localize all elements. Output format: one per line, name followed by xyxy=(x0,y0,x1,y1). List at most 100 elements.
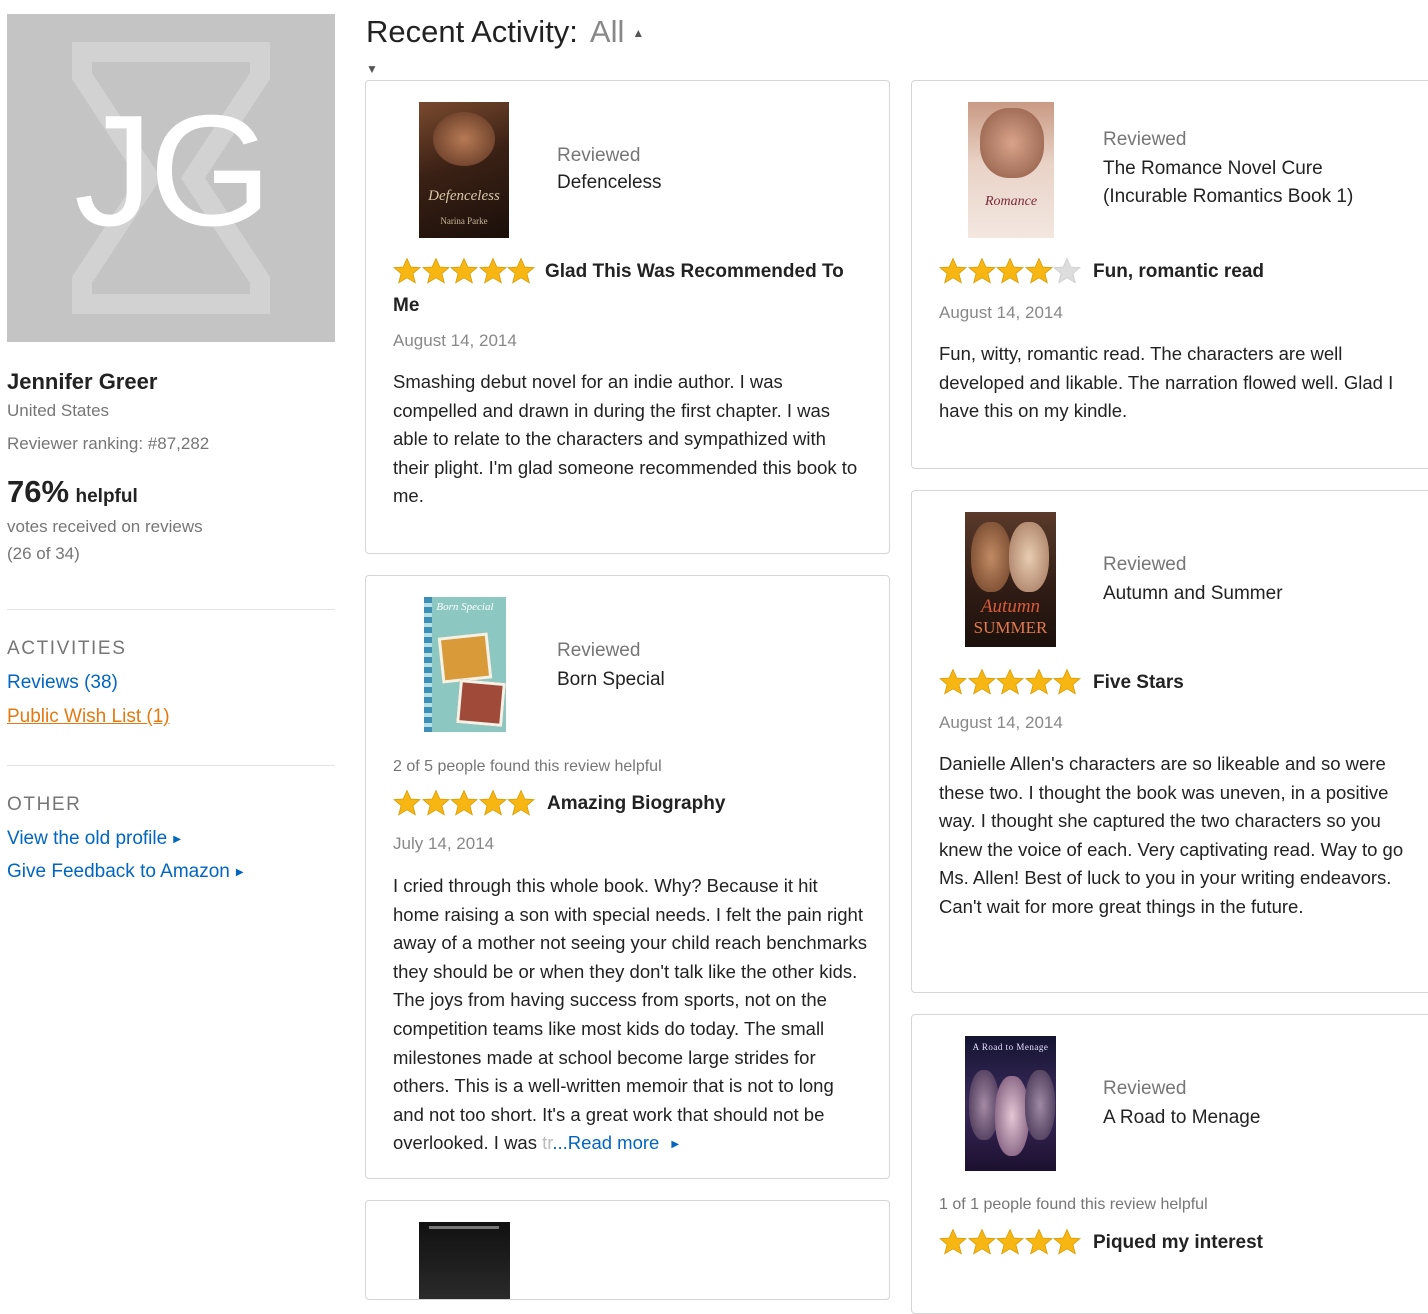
activities-heading: ACTIVITIES xyxy=(7,638,127,659)
give-feedback-link[interactable]: Give Feedback to Amazon ▶ xyxy=(7,861,244,883)
star-icon xyxy=(939,257,967,284)
book-title-link[interactable]: Autumn and Summer xyxy=(1103,580,1283,608)
reviewed-label: Reviewed xyxy=(557,640,641,661)
avatar-initials: JG xyxy=(74,83,272,259)
reviewer-ranking: Reviewer ranking: #87,282 xyxy=(7,434,210,453)
review-card: Autumn SUMMER Reviewed Autumn and Summer… xyxy=(911,490,1428,993)
cover-art-figure xyxy=(995,1076,1029,1156)
cover-title-2: SUMMER xyxy=(973,618,1048,637)
book-title-link[interactable]: A Road to Menage xyxy=(1103,1104,1260,1132)
caret-right-icon: ▶ xyxy=(671,1139,680,1151)
cover-border xyxy=(424,597,432,732)
cover-title: Born Special xyxy=(436,601,494,613)
profile-name: Jennifer Greer xyxy=(7,369,158,394)
helpful-label: helpful xyxy=(75,486,138,507)
star-icon xyxy=(1024,668,1053,695)
profile-location: United States xyxy=(7,401,110,420)
review-card xyxy=(365,1200,890,1300)
star-icon xyxy=(478,789,507,816)
reviewed-label: Reviewed xyxy=(557,145,641,166)
helpful-stat: 76% helpful xyxy=(7,474,138,510)
book-cover[interactable] xyxy=(419,1222,510,1299)
star-icon xyxy=(1053,668,1081,695)
caret-right-icon: ▶ xyxy=(173,834,181,845)
review-headline[interactable]: Five Stars xyxy=(1093,666,1184,700)
review-card: Born Special Reviewed Born Special 2 of … xyxy=(365,575,890,1179)
review-headline[interactable]: Fun, romantic read xyxy=(1093,255,1264,289)
review-date: August 14, 2014 xyxy=(393,331,517,350)
star-icon xyxy=(939,1228,967,1255)
book-cover-born-special[interactable]: Born Special xyxy=(424,597,506,732)
cover-title: Autumn xyxy=(980,596,1041,617)
star-icon xyxy=(1024,1228,1053,1255)
votes-count: (26 of 34) xyxy=(7,544,80,563)
truncated-fade: tr xyxy=(542,1132,553,1154)
review-date: August 14, 2014 xyxy=(939,303,1063,322)
star-icon xyxy=(1024,257,1053,284)
helpful-percent: 76% xyxy=(7,474,70,509)
book-cover-autumn-and-summer[interactable]: Autumn SUMMER xyxy=(965,512,1056,647)
recent-activity-header: Recent Activity: All ▲ ▼ xyxy=(366,14,644,86)
cover-title: A Road to Menage xyxy=(972,1042,1049,1052)
book-cover-romance-novel-cure[interactable]: Romance xyxy=(968,102,1054,238)
review-headline[interactable]: Piqued my interest xyxy=(1093,1226,1263,1260)
book-title-line2: (Incurable Romantics Book 1) xyxy=(1103,186,1354,207)
cover-art-figure xyxy=(1009,522,1049,592)
star-icon xyxy=(939,668,967,695)
star-icon xyxy=(421,257,450,284)
reviewed-label: Reviewed xyxy=(1103,1078,1187,1099)
book-cover-defenceless[interactable]: Defenceless Narina Parke xyxy=(419,102,509,238)
review-card: A Road to Menage Reviewed A Road to Mena… xyxy=(911,1014,1428,1314)
cover-art-figure xyxy=(971,522,1011,592)
star-icon xyxy=(507,789,535,816)
reviews-link[interactable]: Reviews (38) xyxy=(7,672,118,694)
view-old-profile-link[interactable]: View the old profile ▶ xyxy=(7,828,181,850)
read-more-link[interactable]: ...Read more ▶ xyxy=(552,1132,679,1153)
star-icon xyxy=(507,257,535,284)
public-wish-list-link[interactable]: Public Wish List (1) xyxy=(7,706,170,728)
review-body: Fun, witty, romantic read. The character… xyxy=(939,343,1394,422)
cover-art-figure xyxy=(980,108,1044,178)
review-card: Romance Reviewed The Romance Novel Cure … xyxy=(911,80,1428,469)
review-body-text: I cried through this whole book. Why? Be… xyxy=(393,875,868,1154)
read-more-label: ...Read more xyxy=(552,1132,660,1154)
helpful-votes-note: 1 of 1 people found this review helpful xyxy=(939,1196,1208,1213)
cover-header-bar xyxy=(429,1226,499,1229)
book-cover-a-road-to-menage[interactable]: A Road to Menage xyxy=(965,1036,1056,1171)
cover-title: Romance xyxy=(984,194,1038,209)
cover-photo xyxy=(456,679,506,727)
star-icon xyxy=(996,257,1024,284)
star-rating xyxy=(939,1228,1082,1256)
star-icon xyxy=(996,1228,1024,1255)
book-title-link[interactable]: Defenceless xyxy=(557,169,662,197)
review-date: July 14, 2014 xyxy=(393,834,495,853)
recent-activity-title: Recent Activity: xyxy=(366,14,578,49)
votes-line: votes received on reviews xyxy=(7,517,203,536)
book-title-line1: The Romance Novel Cure xyxy=(1103,158,1323,179)
cover-art-figure xyxy=(433,112,495,166)
star-icon xyxy=(393,257,421,284)
cover-title: Defenceless xyxy=(428,188,500,204)
profile-avatar: JG xyxy=(7,14,335,342)
cover-author: Narina Parke xyxy=(440,216,488,226)
star-icon xyxy=(967,668,996,695)
star-rating xyxy=(939,257,1082,285)
review-body: Danielle Allen's characters are so likea… xyxy=(939,753,1404,917)
caret-right-icon: ▶ xyxy=(235,867,244,878)
book-title-link[interactable]: The Romance Novel Cure (Incurable Romant… xyxy=(1103,155,1353,211)
other-heading: OTHER xyxy=(7,794,82,815)
star-rating xyxy=(393,257,536,285)
activity-filter-value: All xyxy=(589,14,625,49)
give-feedback-label: Give Feedback to Amazon xyxy=(7,861,230,882)
star-rating xyxy=(393,789,536,817)
review-card: Defenceless Narina Parke Reviewed Defenc… xyxy=(365,80,890,554)
book-title-link[interactable]: Born Special xyxy=(557,666,665,694)
helpful-votes-note: 2 of 5 people found this review helpful xyxy=(393,758,662,775)
cover-photo xyxy=(437,632,493,684)
cover-art-figure xyxy=(1025,1070,1055,1140)
star-icon xyxy=(478,257,507,284)
review-headline[interactable]: Amazing Biography xyxy=(547,787,725,821)
view-old-profile-label: View the old profile xyxy=(7,828,168,849)
divider xyxy=(7,765,335,766)
star-icon xyxy=(967,257,996,284)
